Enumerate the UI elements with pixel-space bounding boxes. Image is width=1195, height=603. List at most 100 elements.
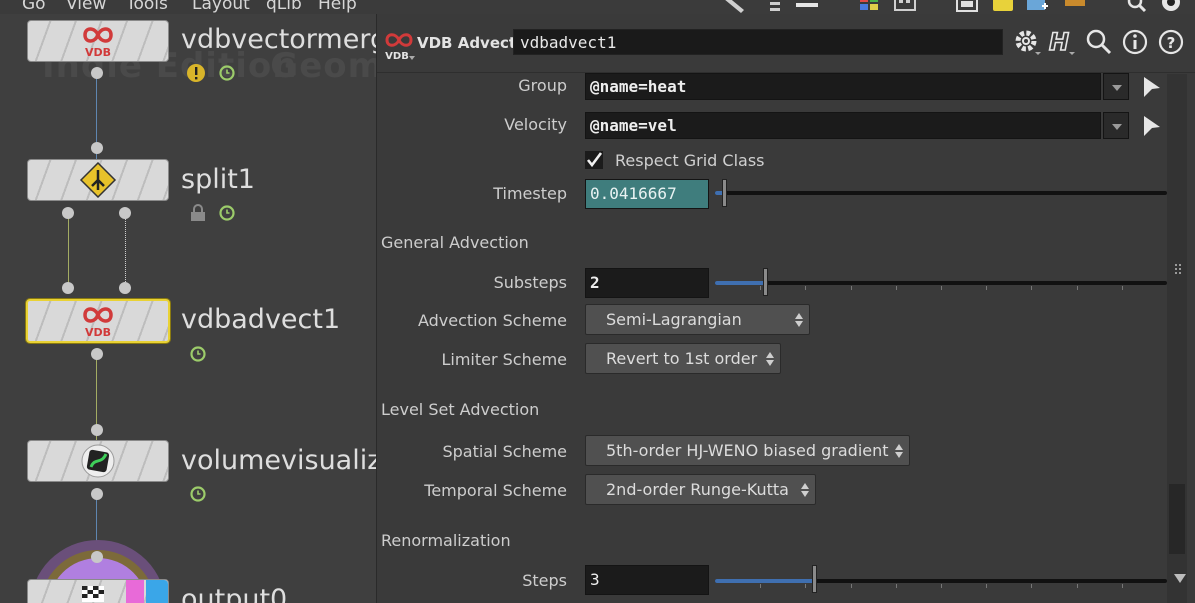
svg-text:H: H	[1049, 28, 1069, 56]
node-name-field[interactable]	[513, 29, 1003, 55]
resize-grip-icon[interactable]	[1175, 264, 1185, 274]
timestep-slider-handle[interactable]	[722, 179, 728, 207]
steps-field[interactable]: 3	[585, 565, 709, 595]
clock-icon[interactable]	[219, 65, 235, 81]
node-volumevisualization1[interactable]	[27, 440, 169, 482]
group-field[interactable]: @name=heat	[585, 73, 1101, 100]
split-icon	[79, 162, 117, 198]
warning-icon[interactable]	[186, 63, 206, 83]
limiter-scheme-value: Revert to 1st order	[606, 349, 758, 368]
slider-tick	[1031, 584, 1033, 588]
vdb-icon[interactable]: VDB	[383, 30, 415, 62]
substeps-field[interactable]: 2	[585, 268, 709, 298]
temporal-scheme-value: 2nd-order Runge-Kutta	[606, 480, 789, 499]
velocity-dropdown-button[interactable]	[1103, 112, 1129, 139]
limiter-scheme-label: Limiter Scheme	[441, 350, 567, 369]
timestep-slider[interactable]	[715, 191, 1167, 195]
slider-tick	[1121, 584, 1123, 588]
sticky-note-icon[interactable]	[992, 0, 1014, 14]
svg-text:?: ?	[1167, 34, 1176, 52]
spatial-scheme-value: 5th-order HJ-WENO biased gradient	[606, 441, 889, 460]
substeps-slider-handle[interactable]	[762, 268, 768, 296]
slider-tick	[805, 286, 807, 290]
input-port[interactable]	[119, 282, 131, 294]
respect-grid-class-label: Respect Grid Class	[615, 151, 765, 170]
node-split1[interactable]	[27, 159, 169, 201]
menu-layout[interactable]: Layout	[192, 0, 250, 14]
slider-tick	[1031, 286, 1033, 290]
search-icon[interactable]	[1085, 28, 1113, 56]
list-view-icon[interactable]	[796, 0, 818, 14]
wire	[125, 214, 127, 288]
lock-icon[interactable]	[189, 204, 207, 222]
input-port[interactable]	[91, 142, 103, 154]
slider-tick	[986, 286, 988, 290]
velocity-field[interactable]: @name=vel	[585, 112, 1101, 139]
operator-type: VDB Advect	[417, 34, 517, 52]
clock-icon[interactable]	[190, 486, 206, 502]
node-label: output0	[181, 584, 288, 603]
display-flag[interactable]	[126, 580, 144, 603]
image-add-icon[interactable]	[1026, 0, 1048, 14]
output-port[interactable]	[119, 207, 131, 219]
timestep-field[interactable]: 0.0416667	[585, 179, 709, 209]
substeps-slider[interactable]	[715, 281, 1167, 285]
input-port[interactable]	[91, 551, 103, 563]
up-down-arrows-icon	[801, 483, 809, 497]
steps-slider-handle[interactable]	[812, 565, 818, 593]
clock-icon[interactable]	[219, 205, 235, 221]
group-label: Group	[518, 76, 567, 95]
spatial-scheme-menu[interactable]: 5th-order HJ-WENO biased gradient	[585, 435, 910, 466]
eye-icon[interactable]	[1160, 0, 1182, 14]
slider-tick	[760, 286, 762, 290]
tree-view-icon[interactable]	[762, 0, 784, 14]
menu-help[interactable]: Help	[318, 0, 357, 14]
network-editor[interactable]: Indie Edition Geometry VDB vdbvectormerg…	[0, 14, 376, 603]
grid-icon[interactable]	[894, 0, 916, 14]
select-arrow-icon[interactable]	[1141, 76, 1163, 98]
wire	[68, 214, 69, 288]
network-box-icon[interactable]	[956, 0, 978, 14]
output-port[interactable]	[62, 207, 74, 219]
output-port[interactable]	[91, 488, 103, 500]
steps-slider[interactable]	[715, 579, 1167, 583]
node-vdbvectormerge1[interactable]: VDB	[27, 20, 169, 62]
scroll-down-arrow-icon[interactable]	[1174, 574, 1186, 584]
node-vdbadvect1[interactable]: VDB	[26, 299, 170, 343]
houdini-help-icon[interactable]: H	[1047, 28, 1075, 56]
gear-icon[interactable]	[1013, 28, 1041, 56]
up-down-arrows-icon	[895, 444, 903, 458]
folder-icon[interactable]	[1064, 0, 1086, 14]
help-icon[interactable]: ?	[1157, 28, 1185, 56]
group-dropdown-button[interactable]	[1103, 73, 1129, 100]
menu-go[interactable]: Go	[22, 0, 46, 14]
output-port[interactable]	[91, 67, 103, 79]
slider-tick	[941, 286, 942, 290]
input-port[interactable]	[91, 424, 103, 436]
tools-icon[interactable]	[724, 0, 746, 14]
slider-tick	[850, 286, 852, 290]
node-output0[interactable]	[27, 579, 169, 603]
level-set-advection-section: Level Set Advection	[381, 400, 540, 419]
output-port[interactable]	[91, 348, 103, 360]
color-palette-icon[interactable]	[858, 0, 880, 14]
menu-tools[interactable]: Tools	[126, 0, 168, 14]
general-advection-section: General Advection	[381, 233, 529, 252]
limiter-scheme-menu[interactable]: Revert to 1st order	[585, 343, 781, 374]
param-scrollbar-thumb[interactable]	[1169, 484, 1185, 554]
search-icon[interactable]	[1126, 0, 1148, 14]
svg-text:VDB: VDB	[85, 46, 111, 59]
spatial-scheme-label: Spatial Scheme	[442, 442, 567, 461]
clock-icon[interactable]	[190, 346, 206, 362]
respect-grid-class-checkbox[interactable]	[585, 151, 603, 169]
temporal-scheme-menu[interactable]: 2nd-order Runge-Kutta	[585, 474, 816, 505]
menubar: Go View Tools Layout qLib Help	[0, 0, 1195, 14]
info-icon[interactable]	[1121, 28, 1149, 56]
velocity-label: Velocity	[504, 115, 567, 134]
render-flag[interactable]	[146, 580, 168, 603]
menu-qlib[interactable]: qLib	[266, 0, 302, 14]
input-port[interactable]	[62, 282, 74, 294]
menu-view[interactable]: View	[66, 0, 106, 14]
select-arrow-icon[interactable]	[1141, 115, 1163, 137]
advection-scheme-menu[interactable]: Semi-Lagrangian	[585, 304, 810, 335]
